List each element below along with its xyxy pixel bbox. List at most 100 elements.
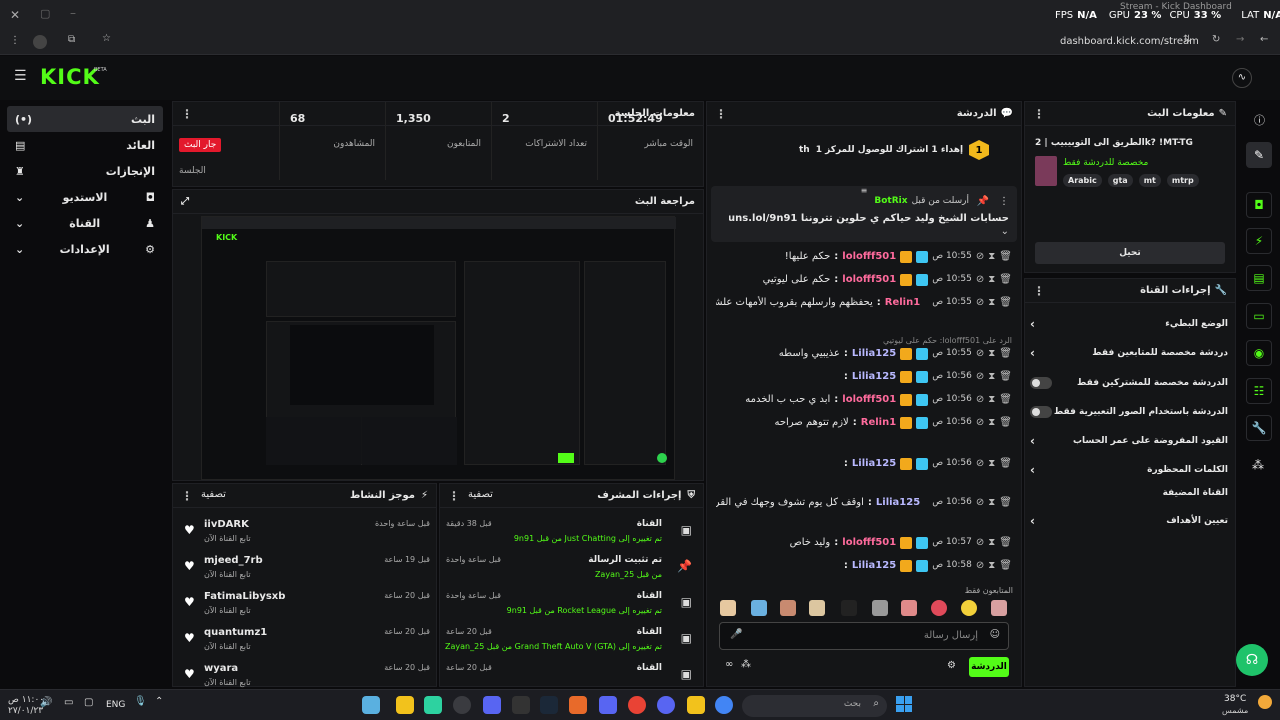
discord-icon[interactable] <box>657 696 675 714</box>
chevron-up-icon[interactable]: ⌃ <box>155 696 163 707</box>
tag[interactable]: mt <box>1138 174 1161 187</box>
emote[interactable] <box>841 600 857 616</box>
users-rail-button[interactable]: ☷ <box>1246 378 1272 404</box>
sidebar-item-achievements[interactable]: ♜ الإنجازات <box>7 158 163 184</box>
weather-temp[interactable]: 38°C <box>1224 694 1246 704</box>
emote[interactable] <box>931 600 947 616</box>
chat-message[interactable]: 🗑 ⧗ ⊘ 10:56 ص Lilia125: <box>716 370 1012 383</box>
kick-logo[interactable]: KICK <box>40 65 100 89</box>
ban-icon[interactable]: ⊘ <box>976 347 984 360</box>
timeout-icon[interactable]: ⧗ <box>988 250 995 263</box>
chat-input[interactable]: إرسال رسالة ☺ 🎤 <box>719 622 1009 650</box>
delete-icon[interactable]: 🗑 <box>999 250 1012 263</box>
sidebar-item-channel[interactable]: ⌄ القناة ♟ <box>7 210 163 236</box>
timeout-icon[interactable]: ⧗ <box>988 370 995 383</box>
ban-icon[interactable]: ⊘ <box>976 416 984 429</box>
channel-setting-row[interactable]: الكلمات المحظورة › <box>1030 458 1228 482</box>
toggle-switch[interactable] <box>1030 377 1052 389</box>
activity-item[interactable]: قبل ساعة واحدة iivDARK تابع القناة الآن ♥ <box>180 517 430 551</box>
app-icon[interactable] <box>424 696 442 714</box>
channel-setting-row[interactable]: الوضع البطيء › <box>1030 312 1228 336</box>
chat-username[interactable]: Relin1 <box>885 296 920 309</box>
chat-username[interactable]: Relin1 <box>861 416 896 429</box>
reload-icon[interactable]: ↻ <box>1212 34 1220 45</box>
edit-button[interactable]: تحيل <box>1035 242 1225 264</box>
maximize-icon[interactable]: ▢ <box>40 7 50 20</box>
delete-icon[interactable]: 🗑 <box>999 273 1012 286</box>
activity-icon[interactable]: ∿ <box>1232 68 1252 88</box>
timeout-icon[interactable]: ⧗ <box>988 457 995 470</box>
clock-date[interactable]: ٢٧/٠١/٢٣ <box>8 706 43 716</box>
activity-user[interactable]: quantumz1 <box>204 627 267 638</box>
delete-icon[interactable]: 🗑 <box>999 536 1012 549</box>
chat-username[interactable]: lolofff501 <box>842 536 896 549</box>
tag[interactable]: Arabic <box>1063 174 1102 187</box>
chat-username[interactable]: lolofff501 <box>842 393 896 406</box>
chat-message[interactable]: 🗑 ⧗ ⊘ 10:55 ص Lilia125: عذيبيي واسطه <box>716 347 1012 360</box>
start-button-icon[interactable] <box>896 696 912 712</box>
timeout-icon[interactable]: ⧗ <box>988 536 995 549</box>
chat-message[interactable]: 🗑 ⧗ ⊘ 10:56 ص lolofff501: ابد ي حب ب الخدمه <box>716 393 1012 406</box>
chat-message[interactable]: 🗑 ⧗ ⊘ 10:57 ص lolofff501: وليد خاص <box>716 536 1012 549</box>
toggle-switch[interactable] <box>1030 406 1052 418</box>
chat-username[interactable]: lolofff501 <box>842 273 896 286</box>
display-icon[interactable]: ▢ <box>84 697 93 708</box>
network-icon[interactable]: ▭ <box>64 697 73 708</box>
minimize-icon[interactable]: – <box>70 6 76 20</box>
chrome-icon[interactable] <box>715 696 733 714</box>
sidebar-item-settings[interactable]: ⌄ الإعدادات ⚙ <box>7 236 163 262</box>
ban-icon[interactable]: ⊘ <box>976 296 984 309</box>
tab-title[interactable]: Stream - Kick Dashboard <box>1120 2 1232 12</box>
channel-setting-row[interactable]: الدردشة باستخدام الصور التعبيرية فقط <box>1030 400 1228 424</box>
app-icon[interactable] <box>569 696 587 714</box>
sidebar-item-studio[interactable]: ⌄ الاستديو ◘ <box>7 184 163 210</box>
ban-icon[interactable]: ⊘ <box>976 457 984 470</box>
activity-user[interactable]: wyara <box>204 663 238 674</box>
menu-dots-icon[interactable]: ⋮ <box>10 35 20 46</box>
chat-message[interactable]: 🗑 ⧗ ⊘ 10:55 ص lolofff501: حكم عليها! <box>716 250 1012 263</box>
emoji-icon[interactable]: ☺ <box>990 629 1000 640</box>
app-icon[interactable] <box>396 696 414 714</box>
chat-message[interactable]: 🗑 ⧗ ⊘ 10:55 ص lolofff501: حكم على ليوتيي <box>716 273 1012 286</box>
clock-time[interactable]: ١١:٠٠ ص <box>8 695 44 705</box>
emote[interactable] <box>961 600 977 616</box>
edit-rail-button[interactable]: ✎ <box>1246 142 1272 168</box>
chat-username[interactable]: lolofff501 <box>842 250 896 263</box>
channel-setting-row[interactable]: الدردشة مخصصة للمشتركين فقط <box>1030 371 1228 395</box>
info-icon[interactable]: ⓘ <box>1254 112 1265 128</box>
activity-item[interactable]: قبل 20 ساعة quantumz1 تابع القناة الآن ♥ <box>180 625 430 659</box>
timeout-icon[interactable]: ⧗ <box>988 273 995 286</box>
emote[interactable] <box>991 600 1007 616</box>
send-chat-button[interactable]: الدردشة <box>969 657 1009 677</box>
delete-icon[interactable]: 🗑 <box>999 296 1012 309</box>
activity-user[interactable]: mjeed_7rb <box>204 555 263 566</box>
doc-rail-button[interactable]: ▤ <box>1246 265 1272 291</box>
emote[interactable] <box>751 600 767 616</box>
taskbar-search[interactable]: بحث ⌕ <box>742 695 887 717</box>
broadcast-rail-button[interactable]: ◉ <box>1246 340 1272 366</box>
expand-icon[interactable]: ⤢ <box>181 196 189 207</box>
chevron-down-icon[interactable]: ⌄ <box>1001 226 1009 237</box>
timeout-icon[interactable]: ⧗ <box>988 496 995 509</box>
app-icon[interactable] <box>453 696 471 714</box>
delete-icon[interactable]: 🗑 <box>999 393 1012 406</box>
volume-icon[interactable]: 🔊 <box>40 697 52 708</box>
ban-icon[interactable]: ⊘ <box>976 370 984 383</box>
chat-message[interactable]: 🗑 ⧗ ⊘ 10:56 ص Lilia125: <box>716 457 1012 470</box>
activity-user[interactable]: iivDARK <box>204 519 249 530</box>
chat-username[interactable]: Lilia125 <box>852 457 896 470</box>
bolt-rail-button[interactable]: ⚡ <box>1246 228 1272 254</box>
delete-icon[interactable]: 🗑 <box>999 370 1012 383</box>
chrome-icon[interactable] <box>628 696 646 714</box>
avatar[interactable] <box>33 35 47 49</box>
filter-button[interactable]: تصفية <box>201 489 226 503</box>
discord-icon[interactable] <box>599 696 617 714</box>
timeout-icon[interactable]: ⧗ <box>988 416 995 429</box>
sidebar-item-revenue[interactable]: ▤ العائد <box>7 132 163 158</box>
ban-icon[interactable]: ⊘ <box>976 496 984 509</box>
activity-item[interactable]: قبل 19 ساعة mjeed_7rb تابع القناة الآن ♥ <box>180 553 430 587</box>
timeout-icon[interactable]: ⧗ <box>988 559 995 572</box>
app-icon[interactable] <box>483 696 501 714</box>
menu-dots-icon[interactable]: ⋮ <box>181 107 193 121</box>
folder-icon[interactable] <box>687 696 705 714</box>
